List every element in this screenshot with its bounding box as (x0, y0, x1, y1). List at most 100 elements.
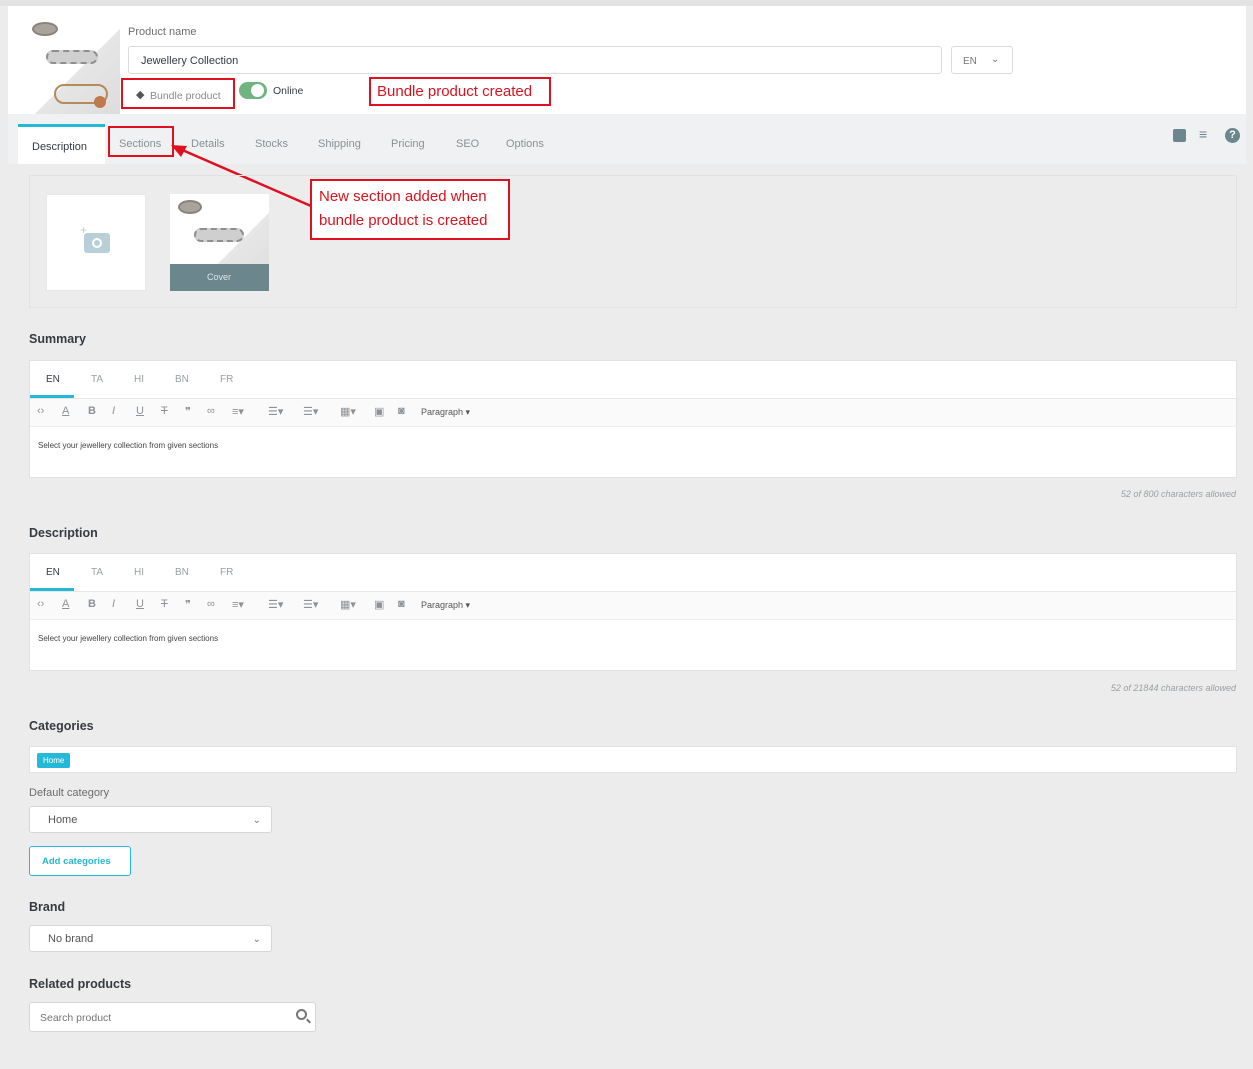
bold-icon[interactable]: B (88, 598, 96, 610)
image-icon[interactable]: ▣ (374, 598, 384, 611)
summary-lang-bn[interactable]: BN (175, 374, 189, 385)
summary-lang-hi[interactable]: HI (134, 374, 144, 385)
description-lang-en[interactable]: EN (46, 567, 60, 578)
bullet-list-icon[interactable]: ☰▾ (268, 405, 283, 418)
cover-image[interactable]: Cover (170, 194, 269, 291)
quote-icon[interactable]: ❞ (185, 598, 191, 611)
strikethrough-icon[interactable]: T (161, 598, 168, 610)
summary-lang-tabs: EN TA HI BN FR (30, 361, 1236, 399)
quote-icon[interactable]: ❞ (185, 405, 191, 418)
brand-select[interactable]: No brand ⌄ (29, 925, 272, 952)
brand-title: Brand (29, 900, 66, 914)
annotation-new-section: New section added when bundle product is… (310, 179, 510, 240)
related-products-search[interactable] (29, 1002, 316, 1032)
description-lang-bn[interactable]: BN (175, 567, 189, 578)
description-text-area[interactable]: Select your jewellery collection from gi… (30, 620, 1236, 666)
summary-title: Summary (29, 332, 86, 346)
table-icon[interactable]: ▦▾ (340, 598, 356, 611)
paragraph-select[interactable]: Paragraph ▾ (421, 600, 470, 611)
link-icon[interactable]: ∞ (207, 598, 215, 610)
jewel-image-4 (94, 96, 106, 108)
category-tag[interactable]: Home (37, 753, 71, 768)
chevron-down-icon: ⌄ (991, 54, 1000, 65)
search-icon[interactable] (296, 1009, 307, 1020)
paragraph-select[interactable]: Paragraph ▾ (421, 407, 470, 418)
underline-icon[interactable]: U (136, 405, 144, 417)
text-color-icon[interactable]: A (62, 598, 69, 610)
search-icon-handle (306, 1018, 311, 1024)
summary-text: Select your jewellery collection from gi… (38, 441, 219, 450)
description-lang-hi[interactable]: HI (134, 567, 144, 578)
image-icon[interactable]: ▣ (374, 405, 384, 418)
preview-icon[interactable] (1173, 129, 1186, 142)
chevron-down-icon: ⌄ (252, 934, 261, 945)
tab-options[interactable]: Options (506, 138, 544, 150)
summary-lang-fr[interactable]: FR (220, 374, 233, 385)
cover-jewel-1 (178, 200, 202, 214)
tab-description-label: Description (32, 141, 88, 153)
strikethrough-icon[interactable]: T (161, 405, 168, 417)
default-category-label: Default category (29, 787, 110, 799)
code-icon[interactable]: ‹› (37, 405, 44, 417)
bold-icon[interactable]: B (88, 405, 96, 417)
add-categories-label: Add categories (42, 856, 111, 867)
product-name-input[interactable]: Jewellery Collection (128, 46, 942, 74)
tab-shipping[interactable]: Shipping (318, 138, 361, 150)
code-icon[interactable]: ‹› (37, 598, 44, 610)
description-lang-fr[interactable]: FR (220, 567, 233, 578)
language-select[interactable]: EN ⌄ (951, 46, 1013, 74)
description-lang-ta[interactable]: TA (91, 567, 103, 578)
tab-pricing[interactable]: Pricing (391, 138, 425, 150)
text-color-icon[interactable]: A (62, 405, 69, 417)
camera-plus-icon (84, 233, 110, 253)
numbered-list-icon[interactable]: ☰▾ (303, 598, 318, 611)
media-icon[interactable]: ◙ (398, 405, 405, 417)
language-value: EN (963, 56, 977, 67)
online-toggle[interactable] (239, 82, 267, 99)
summary-lang-ta[interactable]: TA (91, 374, 103, 385)
paragraph-label: Paragraph (421, 600, 464, 610)
product-thumbnail[interactable] (22, 18, 120, 118)
product-name-label: Product name (128, 26, 197, 38)
help-icon[interactable]: ? (1225, 128, 1240, 143)
align-icon[interactable]: ≡▾ (232, 405, 244, 418)
description-title: Description (29, 526, 98, 540)
summary-lang-en[interactable]: EN (46, 374, 60, 385)
description-toolbar: ‹› A B I U T ❞ ∞ ≡▾ ☰▾ ☰▾ ▦▾ ▣ ◙ Paragra… (30, 592, 1236, 620)
cover-jewel-2 (194, 228, 244, 242)
link-icon[interactable]: ∞ (207, 405, 215, 417)
summary-lang-underline (30, 395, 74, 398)
media-icon[interactable]: ◙ (398, 598, 405, 610)
summary-toolbar: ‹› A B I U T ❞ ∞ ≡▾ ☰▾ ☰▾ ▦▾ ▣ ◙ Paragra… (30, 399, 1236, 427)
align-icon[interactable]: ≡▾ (232, 598, 244, 611)
chevron-down-icon: ⌄ (252, 815, 261, 826)
paragraph-label: Paragraph (421, 407, 464, 417)
related-products-input[interactable] (40, 1009, 280, 1026)
tab-seo[interactable]: SEO (456, 138, 479, 150)
product-header: Product name Jewellery Collection EN ⌄ ◆… (8, 6, 1246, 118)
add-categories-button[interactable]: Add categories (29, 846, 131, 876)
description-text: Select your jewellery collection from gi… (38, 634, 219, 643)
online-label: Online (273, 85, 304, 97)
toggle-knob (251, 84, 264, 97)
summary-editor: EN TA HI BN FR ‹› A B I U T ❞ ∞ ≡▾ ☰▾ ☰▾… (29, 360, 1237, 478)
default-category-value: Home (48, 814, 78, 826)
default-category-select[interactable]: Home ⌄ (29, 806, 272, 833)
description-lang-tabs: EN TA HI BN FR (30, 554, 1236, 592)
cover-bar: Cover (170, 264, 269, 291)
related-products-title: Related products (29, 977, 132, 991)
add-image-dropzone[interactable]: + (46, 194, 146, 291)
tab-description[interactable]: Description (18, 124, 105, 164)
numbered-list-icon[interactable]: ☰▾ (303, 405, 318, 418)
brand-value: No brand (48, 933, 94, 945)
categories-title: Categories (29, 719, 94, 733)
italic-icon[interactable]: I (112, 405, 115, 417)
bullet-list-icon[interactable]: ☰▾ (268, 598, 283, 611)
categories-tags-input[interactable]: Home (29, 746, 1237, 773)
summary-text-area[interactable]: Select your jewellery collection from gi… (30, 427, 1236, 473)
list-icon[interactable]: ≡ (1199, 126, 1207, 142)
underline-icon[interactable]: U (136, 598, 144, 610)
italic-icon[interactable]: I (112, 598, 115, 610)
description-editor: EN TA HI BN FR ‹› A B I U T ❞ ∞ ≡▾ ☰▾ ☰▾… (29, 553, 1237, 671)
table-icon[interactable]: ▦▾ (340, 405, 356, 418)
